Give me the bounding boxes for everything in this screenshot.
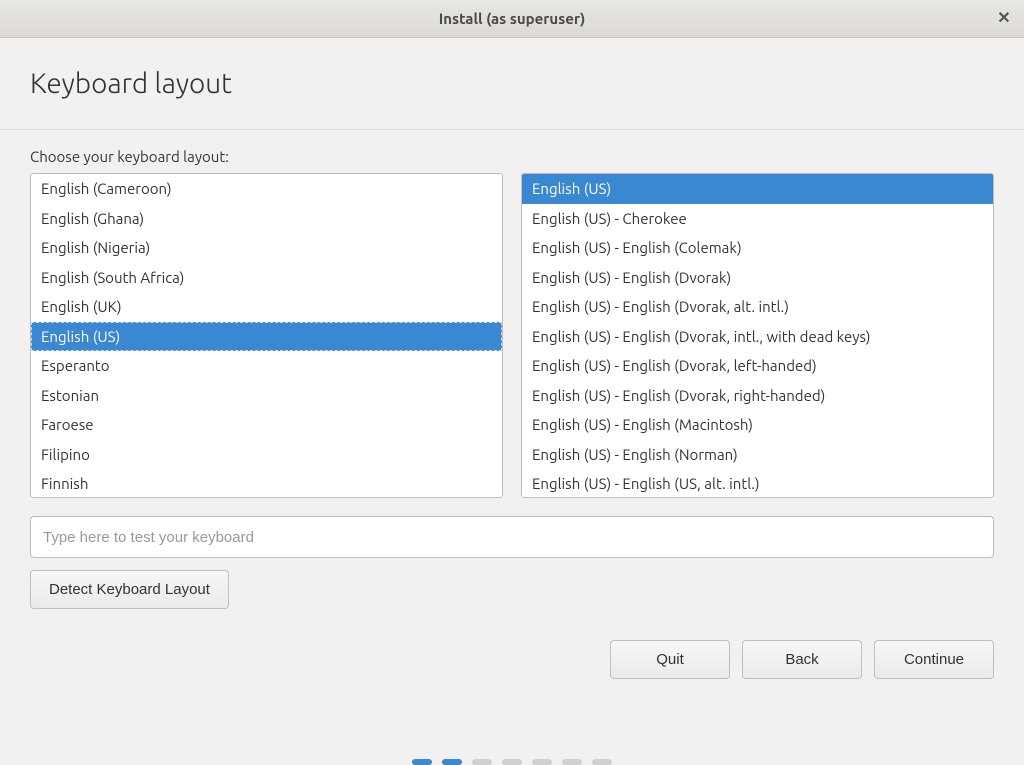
pager-dot[interactable] [472, 759, 492, 765]
variant-listbox[interactable]: English (US)English (US) - CherokeeEngli… [521, 173, 994, 498]
variant-item[interactable]: English (US) - English (Colemak) [522, 233, 993, 263]
detect-keyboard-button[interactable]: Detect Keyboard Layout [30, 570, 229, 609]
pager-dot[interactable] [562, 759, 582, 765]
page-title: Keyboard layout [30, 68, 994, 99]
layout-item[interactable]: Finnish [31, 469, 502, 498]
titlebar: Install (as superuser) ✕ [0, 0, 1024, 38]
variant-item[interactable]: English (US) - English (Macintosh) [522, 410, 993, 440]
quit-button[interactable]: Quit [610, 640, 730, 679]
pager-dot[interactable] [502, 759, 522, 765]
layout-item[interactable]: English (Cameroon) [31, 174, 502, 204]
layout-item[interactable]: Estonian [31, 381, 502, 411]
layout-item[interactable]: English (US) [31, 322, 502, 352]
divider [0, 129, 1024, 130]
pager-dot[interactable] [412, 759, 432, 765]
variant-item[interactable]: English (US) - English (Dvorak, left-han… [522, 351, 993, 381]
pager-dot[interactable] [442, 759, 462, 765]
choose-layout-label: Choose your keyboard layout: [30, 148, 994, 165]
footer-buttons: Quit Back Continue [610, 640, 994, 679]
variant-item[interactable]: English (US) - English (Dvorak, right-ha… [522, 381, 993, 411]
layout-lists: English (Cameroon)English (Ghana)English… [30, 173, 994, 498]
variant-item[interactable]: English (US) - English (Norman) [522, 440, 993, 470]
layout-item[interactable]: English (Nigeria) [31, 233, 502, 263]
back-button[interactable]: Back [742, 640, 862, 679]
variant-item[interactable]: English (US) - English (Dvorak) [522, 263, 993, 293]
pager-dot[interactable] [592, 759, 612, 765]
layout-item[interactable]: English (South Africa) [31, 263, 502, 293]
layout-item[interactable]: Esperanto [31, 351, 502, 381]
variant-item[interactable]: English (US) - English (US, alt. intl.) [522, 469, 993, 498]
layout-item[interactable]: English (UK) [31, 292, 502, 322]
variant-item[interactable]: English (US) - English (Dvorak, alt. int… [522, 292, 993, 322]
pager-dots [0, 753, 1024, 765]
continue-button[interactable]: Continue [874, 640, 994, 679]
layout-item[interactable]: Filipino [31, 440, 502, 470]
layout-listbox[interactable]: English (Cameroon)English (Ghana)English… [30, 173, 503, 498]
window-title: Install (as superuser) [439, 10, 586, 27]
keyboard-test-input[interactable] [30, 516, 994, 558]
layout-item[interactable]: Faroese [31, 410, 502, 440]
variant-item[interactable]: English (US) [522, 174, 993, 204]
variant-item[interactable]: English (US) - English (Dvorak, intl., w… [522, 322, 993, 352]
layout-item[interactable]: English (Ghana) [31, 204, 502, 234]
pager-dot[interactable] [532, 759, 552, 765]
close-icon[interactable]: ✕ [994, 9, 1014, 29]
variant-item[interactable]: English (US) - Cherokee [522, 204, 993, 234]
content-area: Keyboard layout Choose your keyboard lay… [0, 38, 1024, 609]
